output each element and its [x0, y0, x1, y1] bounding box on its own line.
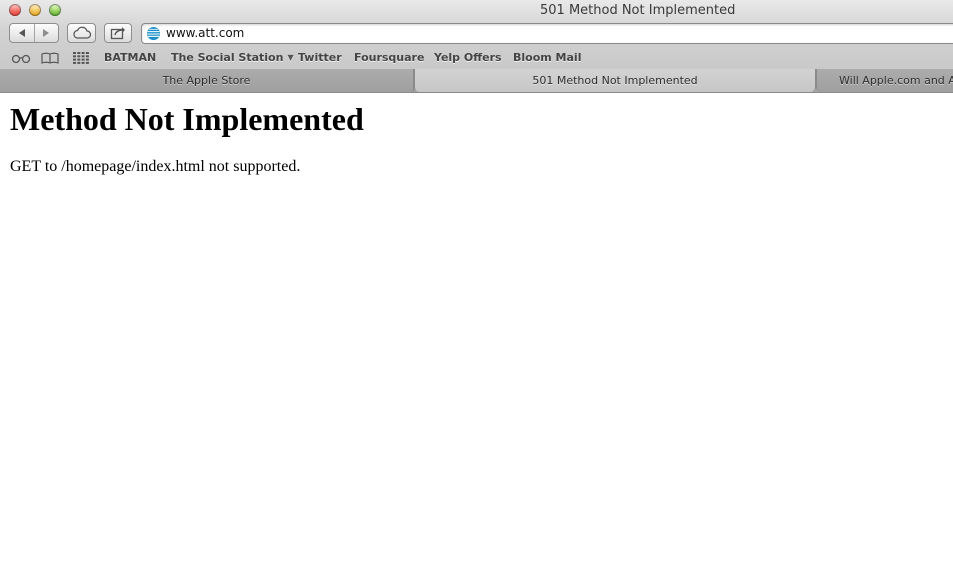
page-content: Method Not Implemented GET to /homepage/…	[0, 93, 953, 573]
zoom-window-button[interactable]	[49, 4, 61, 16]
back-arrow-icon	[18, 29, 25, 37]
bookmarks-bar: BATMAN The Social Station ▼ Twitter Four…	[0, 47, 953, 69]
forward-button[interactable]	[35, 24, 59, 42]
bookmark-foursquare[interactable]: Foursquare	[354, 51, 424, 64]
tab-label: The Apple Store	[162, 74, 251, 87]
bookmarks-book-icon	[41, 52, 59, 64]
minimize-window-button[interactable]	[29, 4, 41, 16]
top-sites-grid-icon	[73, 52, 89, 64]
tab-label: Will Apple.com and A	[839, 74, 953, 87]
icloud-icon	[72, 26, 91, 39]
address-bar[interactable]: www.att.com	[141, 23, 953, 44]
bookmark-label: BATMAN	[104, 51, 157, 64]
back-forward-control	[9, 23, 59, 43]
share-icon	[110, 27, 125, 40]
att-globe-icon	[146, 26, 161, 41]
bookmark-bloom-mail[interactable]: Bloom Mail	[513, 51, 581, 64]
address-url: www.att.com	[166, 26, 245, 40]
bookmark-label: Yelp Offers	[434, 51, 502, 64]
share-button[interactable]	[104, 23, 132, 43]
bookmark-label: Twitter	[298, 51, 342, 64]
browser-toolbar: 501 Method Not Implemented www.att.com B…	[0, 0, 953, 70]
folder-menu-caret-icon: ▼	[287, 53, 294, 62]
title-bar: 501 Method Not Implemented	[0, 0, 953, 22]
tab-bar: The Apple Store 501 Method Not Implement…	[0, 69, 953, 93]
browser-window: 501 Method Not Implemented www.att.com B…	[0, 0, 953, 573]
bookmark-label: Foursquare	[354, 51, 425, 64]
tab-the-apple-store[interactable]: The Apple Store	[0, 69, 414, 92]
navigation-row: www.att.com	[0, 22, 953, 46]
bookmark-label: The Social Station	[171, 51, 284, 64]
close-window-button[interactable]	[9, 4, 21, 16]
icloud-tabs-button[interactable]	[67, 23, 96, 43]
forward-arrow-icon	[43, 29, 50, 37]
bookmark-label: Bloom Mail	[513, 51, 582, 64]
show-bookmarks-button[interactable]	[41, 51, 59, 65]
reading-list-icon	[11, 54, 31, 63]
top-sites-button[interactable]	[73, 51, 89, 65]
page-title: Method Not Implemented	[10, 101, 364, 137]
tab-will-apple-com[interactable]: Will Apple.com and A	[816, 69, 953, 92]
window-title: 501 Method Not Implemented	[540, 3, 736, 18]
bookmark-yelp-offers[interactable]: Yelp Offers	[434, 51, 502, 64]
bookmark-twitter[interactable]: Twitter	[298, 51, 342, 64]
bookmark-the-social-station[interactable]: The Social Station ▼	[171, 51, 294, 64]
tab-label: 501 Method Not Implemented	[532, 74, 698, 87]
error-message: GET to /homepage/index.html not supporte…	[10, 158, 301, 175]
bookmark-batman[interactable]: BATMAN	[104, 51, 156, 64]
back-button[interactable]	[10, 24, 34, 42]
tab-501-method-not-implemented[interactable]: 501 Method Not Implemented	[414, 69, 816, 92]
reading-list-button[interactable]	[11, 51, 31, 65]
